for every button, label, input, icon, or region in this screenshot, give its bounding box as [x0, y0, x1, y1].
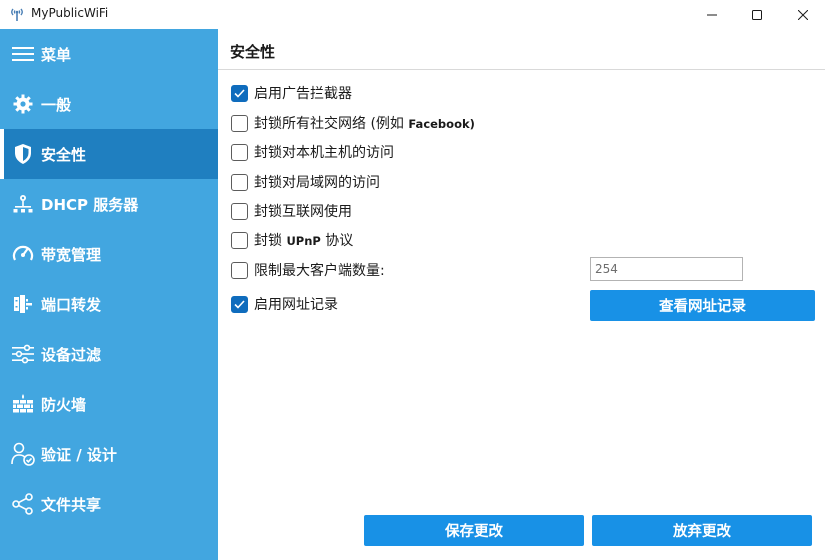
checkmark-icon — [234, 88, 245, 98]
sidebar-item-label: 验证 / 设计 — [41, 445, 117, 464]
save-button[interactable]: 保存更改 — [364, 515, 584, 546]
firewall-icon — [11, 392, 35, 416]
option-label: 启用广告拦截器 — [254, 86, 352, 102]
checkbox[interactable] — [231, 143, 248, 161]
option-label: 封锁对局域网的访问 — [254, 175, 380, 191]
window-title: MyPublicWiFi — [31, 6, 109, 20]
option-url-logging[interactable]: 启用网址记录 — [231, 294, 338, 314]
option-label-suffix: 协议 — [320, 233, 354, 249]
sidebar-item-dhcp[interactable]: DHCP 服务器 — [0, 179, 218, 229]
sidebar-item-file-sharing[interactable]: 文件共享 — [0, 479, 218, 529]
maximize-icon — [752, 9, 762, 20]
discard-button[interactable]: 放弃更改 — [592, 515, 812, 546]
minimize-icon — [707, 10, 717, 20]
sliders-icon — [11, 342, 35, 366]
checkbox[interactable] — [231, 202, 248, 220]
option-limit-clients[interactable]: 限制最大客户端数量: — [231, 260, 385, 280]
option-label: 封锁互联网使用 — [254, 204, 352, 220]
close-icon — [798, 9, 808, 20]
checkbox-checked[interactable] — [231, 84, 248, 102]
sidebar-item-label: 一般 — [41, 95, 72, 114]
option-block-localhost[interactable]: 封锁对本机主机的访问 — [231, 142, 394, 162]
checkbox[interactable] — [231, 231, 248, 249]
sidebar-item-label: 菜单 — [41, 45, 72, 64]
sidebar-item-label: 端口转发 — [41, 295, 102, 314]
hamburger-menu-icon — [11, 42, 35, 66]
sidebar-item-label: DHCP 服务器 — [41, 195, 139, 214]
checkbox[interactable] — [231, 114, 248, 132]
checkbox-checked[interactable] — [231, 295, 248, 313]
user-check-icon — [11, 442, 35, 466]
checkbox[interactable] — [231, 173, 248, 191]
wifi-antenna-icon — [9, 6, 25, 22]
sidebar-item-label: 设备过滤 — [41, 345, 102, 364]
option-label: 封锁 UPnP 协议 — [254, 230, 353, 250]
option-label: 限制最大客户端数量: — [254, 263, 385, 279]
maximize-button[interactable] — [734, 0, 780, 29]
main-panel: 安全性 启用广告拦截器 封锁所有社交网络 (例如 Facebook) 封锁对本机… — [218, 29, 825, 560]
divider — [218, 69, 825, 70]
max-clients-input[interactable]: 254 — [590, 257, 743, 281]
port-forward-icon — [11, 292, 35, 316]
option-block-social[interactable]: 封锁所有社交网络 (例如 Facebook) — [231, 113, 475, 133]
option-block-internet[interactable]: 封锁互联网使用 — [231, 201, 352, 221]
sidebar-item-security[interactable]: 安全性 — [0, 129, 218, 179]
minimize-button[interactable] — [689, 0, 735, 29]
sidebar-item-auth-design[interactable]: 验证 / 设计 — [0, 429, 218, 479]
share-icon — [11, 492, 35, 516]
option-block-lan[interactable]: 封锁对局域网的访问 — [231, 172, 380, 192]
checkbox[interactable] — [231, 261, 248, 279]
option-label-text: 封锁 — [254, 233, 287, 249]
sidebar-item-label: 带宽管理 — [41, 245, 102, 264]
option-label: 启用网址记录 — [254, 297, 338, 313]
gear-icon — [11, 92, 35, 116]
sidebar-item-bandwidth[interactable]: 带宽管理 — [0, 229, 218, 279]
network-icon — [11, 192, 35, 216]
page-title: 安全性 — [230, 43, 276, 61]
option-block-upnp[interactable]: 封锁 UPnP 协议 — [231, 230, 353, 250]
option-ad-blocker[interactable]: 启用广告拦截器 — [231, 83, 352, 103]
option-label: 封锁对本机主机的访问 — [254, 145, 394, 161]
sidebar-item-port-forwarding[interactable]: 端口转发 — [0, 279, 218, 329]
close-button[interactable] — [780, 0, 825, 29]
shield-icon — [11, 142, 35, 166]
sidebar-item-label: 防火墙 — [41, 395, 87, 414]
sidebar-item-label: 文件共享 — [41, 495, 102, 514]
option-label-text: 封锁所有社交网络 (例如 — [254, 116, 409, 132]
speedometer-icon — [11, 242, 35, 266]
checkmark-icon — [234, 299, 245, 309]
sidebar-item-general[interactable]: 一般 — [0, 79, 218, 129]
title-bar: MyPublicWiFi — [0, 0, 825, 29]
sidebar-item-firewall[interactable]: 防火墙 — [0, 379, 218, 429]
sidebar-item-label: 安全性 — [41, 145, 87, 164]
option-label-mid: UPnP — [286, 234, 321, 248]
sidebar-item-menu[interactable]: 菜单 — [0, 29, 218, 79]
sidebar: 菜单 一般 安全性 DHCP 服务器 带宽管理 端口转发 设备过滤 防火墙 验证… — [0, 29, 218, 560]
option-label-suffix: Facebook) — [408, 117, 475, 131]
view-url-log-button[interactable]: 查看网址记录 — [590, 290, 815, 321]
option-label: 封锁所有社交网络 (例如 Facebook) — [254, 113, 475, 133]
sidebar-item-device-filter[interactable]: 设备过滤 — [0, 329, 218, 379]
